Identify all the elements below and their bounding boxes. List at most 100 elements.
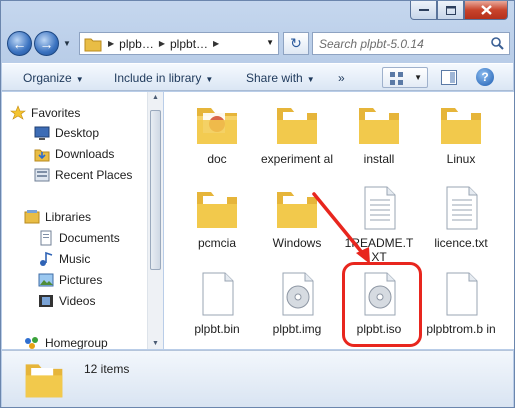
homegroup-icon xyxy=(25,337,38,349)
recent-places-icon xyxy=(34,168,50,182)
navigation-scrollbar[interactable]: ▲ ▼ xyxy=(147,92,163,349)
scroll-down-icon[interactable]: ▼ xyxy=(152,340,159,347)
preview-pane-button[interactable] xyxy=(438,67,460,88)
item-count: 12 items xyxy=(84,362,130,376)
file-name: doc xyxy=(207,152,227,166)
command-bar: Organize ▼ Include in library ▼ Share with… xyxy=(2,63,513,91)
folder-icon xyxy=(25,364,63,398)
chevron-right-icon[interactable]: ▶ xyxy=(157,39,167,48)
nav-libraries[interactable]: Libraries xyxy=(24,209,91,225)
organize-label: Organize xyxy=(23,71,72,85)
breadcrumb-segment[interactable]: plpb… xyxy=(116,37,157,51)
nav-downloads[interactable]: Downloads xyxy=(34,146,114,162)
folder-icon xyxy=(359,108,399,144)
desktop-icon xyxy=(34,126,50,140)
close-button[interactable] xyxy=(464,1,508,20)
text-file-icon xyxy=(364,186,396,230)
file-item[interactable]: doc xyxy=(178,100,256,166)
annotation-highlight-box xyxy=(342,262,422,347)
file-name: install xyxy=(363,152,395,166)
nav-videos[interactable]: Videos xyxy=(38,293,95,309)
file-list: doc experiment al install Linux pcmcia W… xyxy=(164,92,514,349)
nav-homegroup-label: Homegroup xyxy=(45,336,108,349)
organize-button[interactable]: Organize ▼ xyxy=(23,71,84,85)
nav-pictures-label: Pictures xyxy=(59,273,103,287)
file-item[interactable]: licence.txt xyxy=(422,184,500,250)
star-icon xyxy=(10,105,26,120)
folder-icon xyxy=(197,192,237,228)
libraries-icon xyxy=(24,210,40,224)
file-item[interactable]: install xyxy=(340,100,418,166)
chevron-down-icon: ▼ xyxy=(306,75,315,84)
scrollbar-thumb[interactable] xyxy=(150,110,161,270)
nav-documents[interactable]: Documents xyxy=(38,230,120,246)
refresh-icon: ↻ xyxy=(290,35,302,51)
pictures-icon xyxy=(38,273,54,287)
file-name: plpbt.bin xyxy=(194,322,240,336)
blank-file-icon xyxy=(446,272,478,316)
file-name: Linux xyxy=(446,152,476,166)
nav-documents-label: Documents xyxy=(59,231,120,245)
documents-icon xyxy=(40,230,52,246)
help-icon: ? xyxy=(481,70,489,84)
maximize-button[interactable] xyxy=(437,1,464,20)
file-name: experiment al xyxy=(260,152,334,166)
chevron-down-icon: ▼ xyxy=(205,75,214,84)
file-item[interactable]: 1README.T XT xyxy=(340,184,418,264)
more-commands-button[interactable]: » xyxy=(338,71,345,85)
file-item[interactable]: plpbt.bin xyxy=(178,270,256,336)
search-placeholder: Search plpbt-5.0.14 xyxy=(319,36,424,51)
nav-music[interactable]: Music xyxy=(38,251,90,267)
search-icon[interactable] xyxy=(490,36,504,50)
nav-desktop[interactable]: Desktop xyxy=(34,125,99,141)
folder-icon xyxy=(84,38,102,51)
help-button[interactable]: ? xyxy=(476,68,494,86)
chevron-down-icon: ▼ xyxy=(75,75,84,84)
nav-downloads-label: Downloads xyxy=(55,147,115,161)
address-row: ← → ▼ ▶ plpb… ▶ plpbt… ▶ ▼ ↻ Search plpb… xyxy=(7,29,510,59)
file-item[interactable]: Windows xyxy=(258,184,336,250)
recent-pages-dropdown[interactable]: ▼ xyxy=(63,39,71,48)
file-item[interactable]: experiment al xyxy=(258,100,336,166)
file-name: licence.txt xyxy=(434,236,488,250)
chevron-right-icon[interactable]: ▶ xyxy=(211,39,221,48)
share-with-button[interactable]: Share with ▼ xyxy=(246,71,315,85)
include-in-library-button[interactable]: Include in library ▼ xyxy=(114,71,213,85)
forward-button[interactable]: → xyxy=(34,31,59,56)
folder-icon xyxy=(441,108,481,144)
breadcrumb-segment[interactable]: plpbt… xyxy=(167,37,211,51)
downloads-icon xyxy=(34,149,50,162)
folder-icon xyxy=(197,108,237,144)
videos-icon xyxy=(39,295,53,307)
text-file-icon xyxy=(446,186,478,230)
maximize-icon xyxy=(445,5,456,15)
file-item[interactable]: Linux xyxy=(422,100,500,166)
window-controls xyxy=(410,1,508,20)
nav-homegroup[interactable]: Homegroup xyxy=(24,335,108,349)
nav-pictures[interactable]: Pictures xyxy=(38,272,102,288)
chevron-down-icon[interactable]: ▼ xyxy=(266,38,274,47)
file-item[interactable]: plpbt.img xyxy=(258,270,336,336)
file-name: plpbtrom.b in xyxy=(426,322,496,336)
back-button[interactable]: ← xyxy=(7,31,32,56)
minimize-button[interactable] xyxy=(410,1,437,20)
nav-music-label: Music xyxy=(59,252,91,266)
details-pane: 12 items xyxy=(2,350,513,407)
scroll-up-icon[interactable]: ▲ xyxy=(152,94,159,101)
address-bar[interactable]: ▶ plpb… ▶ plpbt… ▶ ▼ xyxy=(79,32,279,55)
chevron-down-icon: ▼ xyxy=(414,73,422,82)
search-input[interactable]: Search plpbt-5.0.14 xyxy=(312,32,510,55)
change-view-button[interactable]: ▼ xyxy=(382,67,428,88)
nav-recent-places[interactable]: Recent Places xyxy=(34,167,132,183)
chevron-right-icon: ▶ xyxy=(108,39,115,48)
refresh-button[interactable]: ↻ xyxy=(283,32,309,55)
explorer-window: ← → ▼ ▶ plpb… ▶ plpbt… ▶ ▼ ↻ Search plpb… xyxy=(0,0,515,408)
file-name: plpbt.img xyxy=(272,322,322,336)
nav-favorites[interactable]: Favorites xyxy=(10,105,80,121)
file-item[interactable]: pcmcia xyxy=(178,184,256,250)
file-item[interactable]: plpbtrom.b in xyxy=(422,270,500,336)
preview-pane-icon xyxy=(441,70,457,85)
share-with-label: Share with xyxy=(246,71,303,85)
nav-recent-places-label: Recent Places xyxy=(55,168,133,182)
blank-file-icon xyxy=(202,272,234,316)
